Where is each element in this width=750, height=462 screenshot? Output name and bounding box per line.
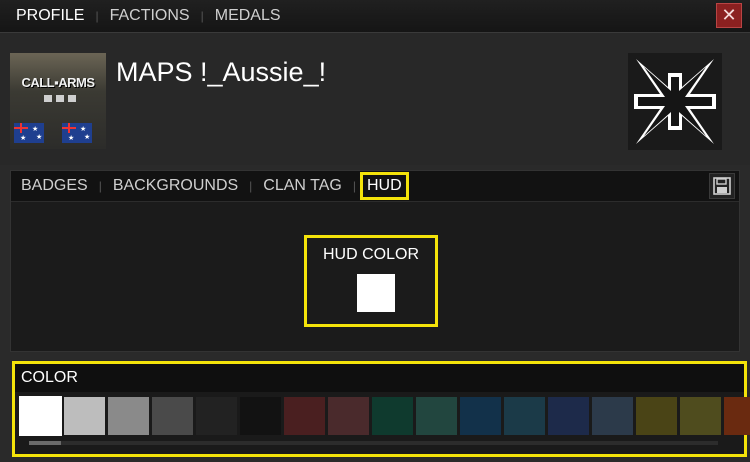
tab-backgrounds[interactable]: BACKGROUNDS [113,177,238,195]
hud-color-section: HUD COLOR [304,235,438,327]
top-tabs: PROFILE | FACTIONS | MEDALS [16,7,281,25]
palette-scrollbar[interactable] [29,441,718,445]
profile-header: CALL▪ARMS ★ ★ ★ ★ ★ ★ MAPS !_Aussie_! [0,33,750,165]
tab-hud[interactable]: HUD [359,172,409,200]
sub-tabs: BADGES | BACKGROUNDS | CLAN TAG | HUD [21,172,409,200]
hud-color-swatch[interactable] [357,274,395,312]
color-swatch[interactable] [460,397,501,435]
color-palette-panel: COLOR [12,361,750,457]
scrollbar-thumb[interactable] [29,441,61,445]
color-swatch[interactable] [636,397,677,435]
save-icon [713,177,731,195]
tab-separator: | [200,9,204,23]
save-button[interactable] [709,173,735,199]
color-swatch[interactable] [416,397,457,435]
tab-separator: | [249,179,253,193]
color-swatch[interactable] [240,397,281,435]
tab-clan-tag[interactable]: CLAN TAG [263,177,342,195]
logo-badges [44,95,76,102]
color-swatch[interactable] [108,397,149,435]
australia-flag-icon: ★ ★ ★ [14,123,44,143]
tab-separator: | [98,179,102,193]
color-swatch[interactable] [372,397,413,435]
color-swatch[interactable] [152,397,193,435]
tab-separator: | [352,179,356,193]
tab-badges[interactable]: BADGES [21,177,88,195]
color-swatch[interactable] [680,397,721,435]
color-swatch[interactable] [592,397,633,435]
color-title: COLOR [21,369,78,386]
faction-emblem [628,53,722,150]
close-button[interactable]: ✕ [716,3,742,28]
hud-color-label: HUD COLOR [322,246,419,263]
top-bar: PROFILE | FACTIONS | MEDALS ✕ [0,0,750,33]
australia-flag-icon: ★ ★ ★ [62,123,92,143]
color-swatch[interactable] [284,397,325,435]
close-icon: ✕ [721,5,737,25]
tab-profile[interactable]: PROFILE [16,7,84,25]
color-swatch[interactable] [19,396,62,436]
clan-logo: CALL▪ARMS ★ ★ ★ ★ ★ ★ [10,53,106,149]
color-swatch-list [19,396,750,436]
color-swatch[interactable] [64,397,105,435]
color-swatch[interactable] [196,397,237,435]
color-swatch[interactable] [548,397,589,435]
customization-panel: BADGES | BACKGROUNDS | CLAN TAG | HUD HU… [10,170,740,352]
player-name: MAPS !_Aussie_! [116,57,327,87]
tab-medals[interactable]: MEDALS [215,7,281,25]
iron-cross-icon [628,53,722,150]
tab-separator: | [95,9,99,23]
color-header: COLOR [15,364,744,392]
color-swatch[interactable] [504,397,545,435]
tab-factions[interactable]: FACTIONS [110,7,190,25]
sub-tabs-bar: BADGES | BACKGROUNDS | CLAN TAG | HUD [11,171,739,202]
logo-text: CALL▪ARMS [21,75,95,90]
color-swatch[interactable] [724,397,750,435]
color-swatch[interactable] [328,397,369,435]
